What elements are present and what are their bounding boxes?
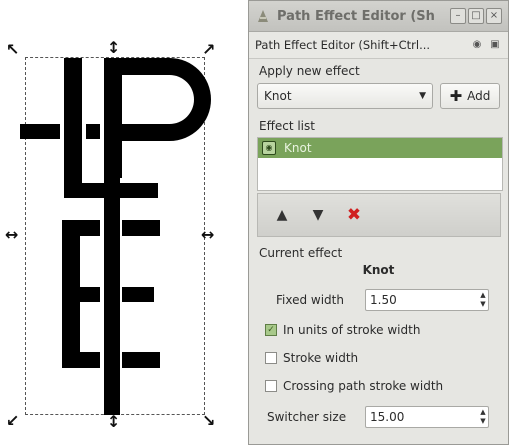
move-down-icon[interactable]: ▼ [308,205,328,225]
scale-handle-s-icon[interactable]: ↕ [107,414,120,430]
scale-handle-w-icon[interactable]: ↔ [5,227,18,243]
path-segment [118,183,158,198]
p-bowl [128,58,211,141]
chevron-down-icon: ▼ [419,91,426,101]
dock-title: Path Effect Editor (Shift+Ctrl... [255,38,431,52]
switcher-size-value: 15.00 [370,410,405,424]
window-titlebar[interactable]: Path Effect Editor (Sh – □ × [249,1,508,32]
scale-handle-nw-icon[interactable]: ↖ [6,42,19,58]
add-button-label: Add [467,89,491,103]
path-segment [62,220,80,368]
in-units-label: In units of stroke width [283,323,421,337]
effect-list-item[interactable]: ◉ Knot [258,138,502,158]
stroke-width-label: Stroke width [283,351,359,365]
path-segment [20,124,60,139]
path-effect-editor-dialog: Path Effect Editor (Sh – □ × Path Effect… [248,0,509,445]
scale-handle-se-icon[interactable]: ↘ [202,413,215,429]
effect-type-select[interactable]: Knot ▼ [257,83,433,109]
path-segment [64,183,104,198]
fixed-width-spinbox[interactable]: 1.50 ▲ ▼ [365,289,489,311]
dock-header: Path Effect Editor (Shift+Ctrl... ◉ ▣ [249,32,508,59]
path-segment [122,352,160,368]
path-segment [64,58,82,198]
stroke-width-row[interactable]: Stroke width [265,351,358,365]
visibility-eye-icon[interactable]: ◉ [262,141,276,155]
drawing-canvas[interactable]: ↖ ↕ ↗ ↔ ↔ ↙ ↕ ↘ [0,0,245,445]
stroke-width-checkbox[interactable] [265,352,277,364]
minimize-button[interactable]: – [450,8,466,24]
dock-iconify-icon[interactable]: ◉ [470,38,484,52]
window-title: Path Effect Editor (Sh [277,8,435,24]
effect-list-item-label: Knot [284,141,312,155]
switcher-size-label: Switcher size [267,410,347,424]
path-segment [122,287,154,302]
dock-close-icon[interactable]: ▣ [488,38,502,52]
maximize-button[interactable]: □ [468,8,484,24]
in-units-row[interactable]: ✓ In units of stroke width [265,323,420,337]
inkscape-app-icon [258,10,268,22]
current-effect-name: Knot [362,263,395,277]
path-segment [86,124,100,139]
crossing-stroke-row[interactable]: Crossing path stroke width [265,379,443,393]
path-segment [62,352,100,368]
fixed-width-label: Fixed width [276,293,344,307]
delete-effect-icon[interactable]: ✖ [344,205,364,225]
path-segment [122,220,160,236]
effect-type-value: Knot [264,89,292,103]
move-up-icon[interactable]: ▲ [272,205,292,225]
scale-handle-sw-icon[interactable]: ↙ [6,413,19,429]
spin-arrows-icon[interactable]: ▲ ▼ [478,408,488,426]
scale-handle-ne-icon[interactable]: ↗ [202,42,215,58]
effect-list-toolbar: ▲ ▼ ✖ [257,193,501,237]
effect-list[interactable]: ◉ Knot [257,137,503,191]
add-effect-button[interactable]: ✚ Add [440,83,500,109]
plus-icon: ✚ [449,87,463,105]
crossing-stroke-checkbox[interactable] [265,380,277,392]
crossing-stroke-label: Crossing path stroke width [283,379,444,393]
switcher-size-spinbox[interactable]: 15.00 ▲ ▼ [365,406,489,428]
scale-handle-e-icon[interactable]: ↔ [201,227,214,243]
effect-list-label: Effect list [259,119,315,133]
spin-arrows-icon[interactable]: ▲ ▼ [478,291,488,309]
current-effect-label: Current effect [259,246,343,260]
path-segment [104,160,120,415]
in-units-checkbox[interactable]: ✓ [265,324,277,336]
apply-effect-label: Apply new effect [259,64,360,78]
scale-handle-n-icon[interactable]: ↕ [107,40,120,56]
close-button[interactable]: × [486,8,502,24]
fixed-width-value: 1.50 [370,293,397,307]
path-segment [62,220,100,236]
path-segment [80,287,100,302]
